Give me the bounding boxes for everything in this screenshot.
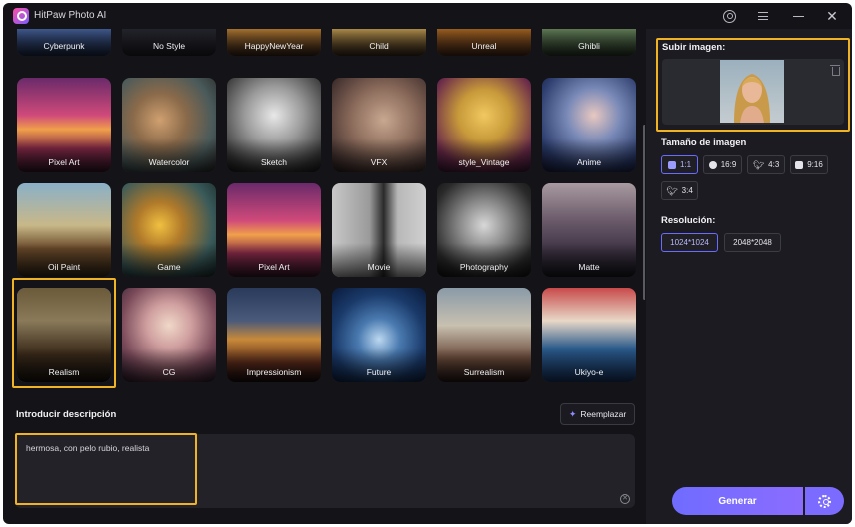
style-label: Game	[157, 262, 181, 272]
style-tile-no-style[interactable]: No Style	[122, 29, 216, 56]
menu-icon[interactable]	[754, 7, 772, 25]
style-label: Ghibli	[578, 41, 600, 51]
style-label: No Style	[152, 41, 186, 51]
style-tile-movie[interactable]: Movie	[332, 183, 426, 277]
style-tile-pixel-art-2[interactable]: Pixel Art	[227, 183, 321, 277]
style-label: Movie	[367, 262, 391, 272]
resolution-label: 2048*2048	[733, 238, 772, 247]
uploaded-image-thumbnail	[720, 60, 784, 123]
resolution-label: 1024*1024	[670, 238, 709, 247]
style-label: style_Vintage	[458, 157, 510, 167]
style-label: Matte	[578, 262, 600, 272]
style-label: Future	[366, 367, 392, 377]
trash-icon[interactable]	[830, 64, 840, 76]
description-highlight	[15, 433, 197, 505]
size-option-1-1[interactable]: 1:1	[661, 155, 698, 174]
style-tile-photography[interactable]: Photography	[437, 183, 531, 277]
style-tile-pixel-art[interactable]: Pixel Art	[17, 78, 111, 172]
style-label: Photography	[459, 262, 509, 272]
close-icon[interactable]: ✕	[823, 7, 841, 25]
style-label: Sketch	[261, 157, 287, 167]
style-tile-happynewyear[interactable]: HappyNewYear	[227, 29, 321, 56]
style-tile-oil-paint[interactable]: Oil Paint	[17, 183, 111, 277]
account-icon[interactable]	[720, 7, 738, 25]
style-tile-future[interactable]: Future	[332, 288, 426, 382]
size-option-label: 4:3	[768, 160, 780, 169]
replace-button[interactable]: ✦ Reemplazar	[560, 403, 635, 425]
size-option-9-16[interactable]: 9:16	[790, 155, 828, 174]
minimize-icon[interactable]	[789, 7, 807, 25]
style-label: Unreal	[471, 41, 497, 51]
style-tile-game[interactable]: Game	[122, 183, 216, 277]
style-label: Pixel Art	[258, 262, 290, 272]
size-option-16-9[interactable]: 16:9	[703, 155, 742, 174]
style-tile-surrealism[interactable]: Surrealism	[437, 288, 531, 382]
generate-button[interactable]: Generar	[672, 487, 803, 515]
realism-highlight	[12, 278, 116, 388]
style-tile-ghibli[interactable]: Ghibli	[542, 29, 636, 56]
instagram-icon	[795, 160, 804, 169]
style-tile-watercolor[interactable]: Watercolor	[122, 78, 216, 172]
style-label: Pixel Art	[48, 157, 80, 167]
style-tile-cyberpunk[interactable]: Cyberpunk	[17, 29, 111, 56]
resolution-option-1024[interactable]: 1024*1024	[661, 233, 718, 252]
replace-label: Reemplazar	[580, 409, 627, 419]
settings-panel: Subir imagen: Tamaño de imagen 1:1 16:9 …	[646, 29, 852, 524]
style-tile-sketch[interactable]: Sketch	[227, 78, 321, 172]
style-label: Watercolor	[148, 157, 190, 167]
facebook-icon	[708, 160, 717, 169]
size-option-3-4[interactable]: 🐦︎ 3:4	[661, 181, 698, 200]
style-gallery: Cyberpunk No Style HappyNewYear Child Un…	[3, 29, 645, 391]
style-tile-matte[interactable]: Matte	[542, 183, 636, 277]
gallery-scrollbar[interactable]	[643, 125, 645, 300]
style-tile-cg[interactable]: CG	[122, 288, 216, 382]
style-tile-style-vintage[interactable]: style_Vintage	[437, 78, 531, 172]
resolution-title: Resolución:	[661, 215, 716, 226]
style-label: Impressionism	[246, 367, 302, 377]
app-window: HitPaw Photo AI ✕ Cyberpunk No Style Hap…	[3, 3, 852, 524]
size-option-4-3[interactable]: 🐦︎ 4:3	[747, 155, 785, 174]
instagram-icon	[667, 160, 676, 169]
style-label: Surrealism	[463, 367, 505, 377]
style-label: CG	[162, 367, 176, 377]
gear-icon	[818, 494, 831, 508]
settings-button[interactable]	[805, 487, 844, 515]
size-option-label: 3:4	[681, 186, 693, 195]
style-tile-vfx[interactable]: VFX	[332, 78, 426, 172]
clear-icon[interactable]: ✕	[620, 494, 630, 504]
style-label: Ukiyo-e	[574, 367, 604, 377]
style-label: VFX	[370, 157, 388, 167]
size-option-label: 16:9	[720, 160, 737, 169]
app-title: HitPaw Photo AI	[34, 10, 107, 21]
style-label: Cyberpunk	[43, 41, 85, 51]
twitter-icon: 🐦︎	[752, 159, 765, 170]
style-tile-child[interactable]: Child	[332, 29, 426, 56]
style-tile-ukiyo-e[interactable]: Ukiyo-e	[542, 288, 636, 382]
style-tile-unreal[interactable]: Unreal	[437, 29, 531, 56]
size-option-label: 1:1	[679, 160, 692, 169]
title-bar: HitPaw Photo AI ✕	[3, 3, 852, 29]
sparkle-icon: ✦	[568, 408, 577, 419]
description-title: Introducir descripción	[16, 409, 117, 420]
resolution-option-2048[interactable]: 2048*2048	[724, 233, 781, 252]
size-title: Tamaño de imagen	[661, 137, 747, 148]
style-label: HappyNewYear	[244, 41, 304, 51]
style-label: Anime	[576, 157, 602, 167]
app-logo-icon	[13, 8, 29, 24]
style-tile-impressionism[interactable]: Impressionism	[227, 288, 321, 382]
size-option-label: 9:16	[807, 160, 823, 169]
style-label: Child	[369, 41, 389, 51]
twitter-icon: 🐦︎	[666, 185, 678, 196]
style-tile-anime[interactable]: Anime	[542, 78, 636, 172]
style-label: Oil Paint	[47, 262, 81, 272]
